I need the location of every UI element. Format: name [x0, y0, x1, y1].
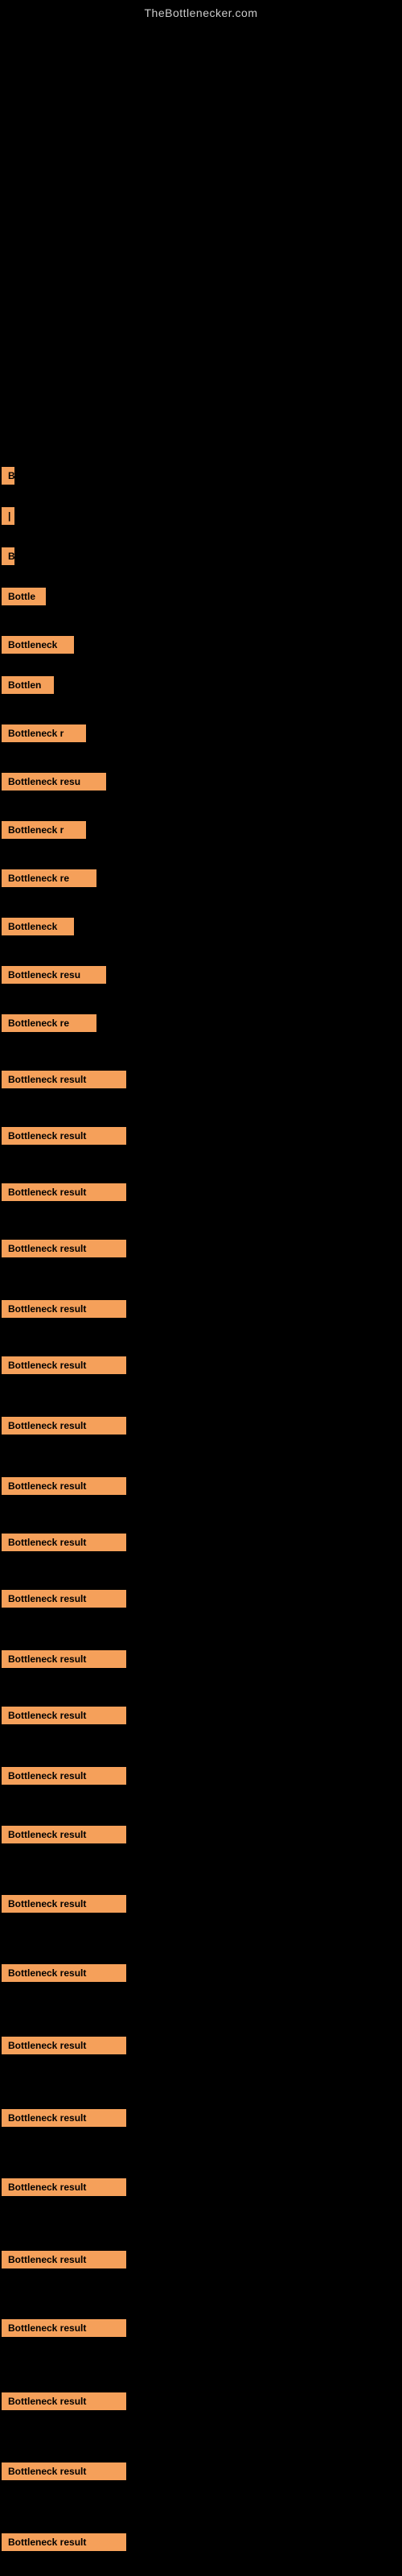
bottleneck-item: Bottleneck r	[2, 724, 86, 742]
bottleneck-item: Bottlen	[2, 676, 54, 694]
bottleneck-item: Bottleneck result	[2, 1534, 126, 1551]
bottleneck-item: Bottleneck result	[2, 2109, 126, 2127]
bottleneck-item: Bottleneck result	[2, 2533, 126, 2551]
bottleneck-item: Bottleneck result	[2, 1071, 126, 1088]
bottleneck-item: Bottleneck result	[2, 1826, 126, 1843]
bottleneck-item: Bottleneck result	[2, 2251, 126, 2268]
bottleneck-item: Bottle	[2, 588, 46, 605]
bottleneck-item: Bottleneck result	[2, 2037, 126, 2054]
bottleneck-item: Bottleneck result	[2, 2319, 126, 2337]
bottleneck-item: Bottleneck	[2, 636, 74, 654]
bottleneck-item: Bottleneck result	[2, 1477, 126, 1495]
bottleneck-item: Bottleneck result	[2, 1707, 126, 1724]
bottleneck-item: Bottleneck result	[2, 1240, 126, 1257]
bottleneck-item: Bottleneck result	[2, 1590, 126, 1608]
bottleneck-item: B	[2, 467, 14, 485]
bottleneck-item: Bottleneck result	[2, 2392, 126, 2410]
bottleneck-item: Bottleneck result	[2, 1650, 126, 1668]
bottleneck-item: B	[2, 547, 14, 565]
bottleneck-item: Bottleneck resu	[2, 966, 106, 984]
bottleneck-item: Bottleneck result	[2, 1356, 126, 1374]
bottleneck-item: Bottleneck re	[2, 1014, 96, 1032]
bottleneck-item: Bottleneck result	[2, 1895, 126, 1913]
bottleneck-item: Bottleneck result	[2, 1127, 126, 1145]
bottleneck-item: Bottleneck result	[2, 1964, 126, 1982]
bottleneck-item: Bottleneck result	[2, 1417, 126, 1435]
bottleneck-item: Bottleneck result	[2, 2178, 126, 2196]
bottleneck-item: Bottleneck re	[2, 869, 96, 887]
site-title: TheBottlenecker.com	[0, 0, 402, 19]
bottleneck-item: Bottleneck result	[2, 1300, 126, 1318]
bottleneck-item: Bottleneck result	[2, 1183, 126, 1201]
bottleneck-item: Bottleneck result	[2, 2462, 126, 2480]
bottleneck-item: Bottleneck result	[2, 1767, 126, 1785]
bottleneck-item: |	[2, 507, 14, 525]
bottleneck-item: Bottleneck resu	[2, 773, 106, 791]
bottleneck-item: Bottleneck	[2, 918, 74, 935]
bottleneck-item: Bottleneck r	[2, 821, 86, 839]
